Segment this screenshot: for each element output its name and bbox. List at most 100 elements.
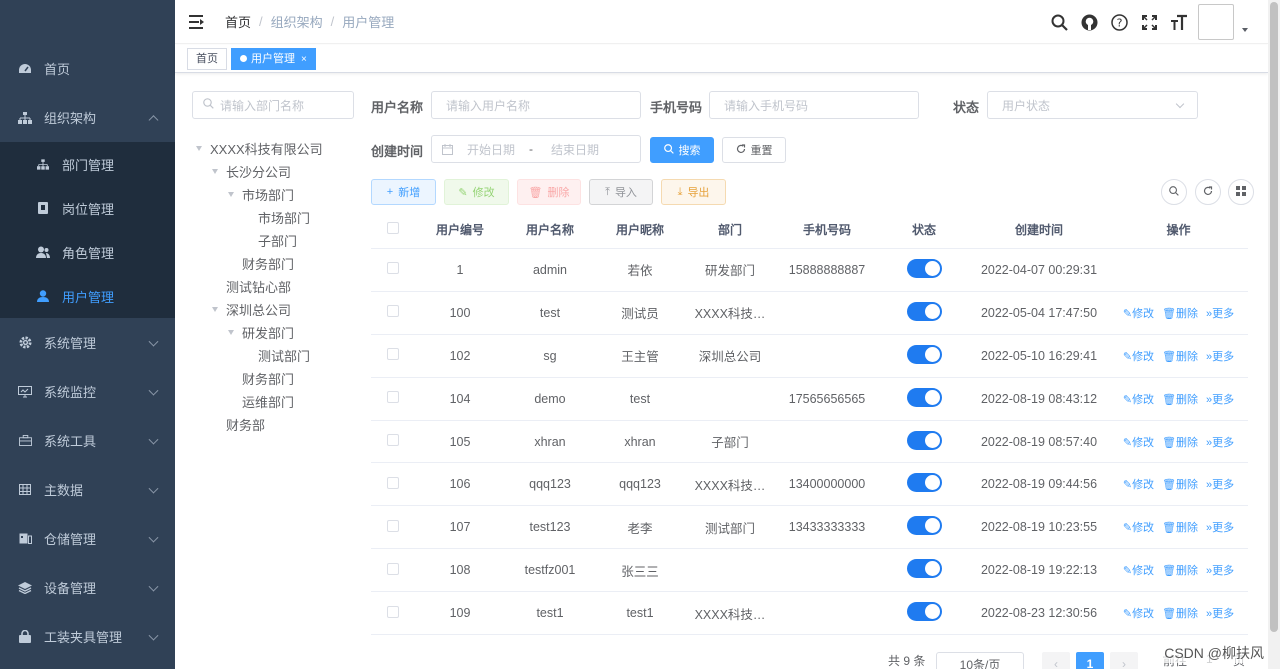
row-more-button[interactable]: »更多 (1206, 605, 1234, 621)
question-icon[interactable]: ? (1104, 7, 1134, 37)
row-checkbox[interactable] (371, 348, 415, 363)
username-input[interactable]: 请输入用户名称 (431, 91, 641, 119)
phone-input[interactable]: 请输入手机号码 (709, 91, 919, 119)
next-page-button[interactable]: › (1110, 652, 1138, 669)
row-edit-button[interactable]: ✎修改 (1123, 605, 1154, 621)
edit-button[interactable]: ✎ 修改 (444, 179, 509, 205)
status-switch[interactable] (906, 344, 942, 364)
status-switch[interactable] (906, 516, 942, 536)
tree-node[interactable]: 长沙分公司 (196, 160, 366, 183)
hamburger-icon[interactable] (189, 14, 205, 29)
sidebar-item-fixture[interactable]: 工装夹具管理 (0, 612, 175, 661)
table-row[interactable]: 108 testfz001 张三三 2022-08-19 19:22:13 ✎修改 🗑︎删… (371, 549, 1248, 593)
row-more-button[interactable]: »更多 (1206, 434, 1234, 450)
delete-button[interactable]: 🗑︎ 删除 (517, 179, 581, 205)
tree-node[interactable]: 研发部门 (196, 321, 366, 344)
row-delete-button[interactable]: 🗑︎删除 (1162, 605, 1198, 621)
caret-down-icon[interactable] (228, 330, 234, 335)
tab-user-management[interactable]: 用户管理 × (231, 47, 316, 70)
caret-down-icon[interactable] (1242, 28, 1248, 32)
row-checkbox[interactable] (371, 562, 415, 578)
select-all-checkbox[interactable] (371, 222, 415, 237)
row-edit-button[interactable]: ✎修改 (1123, 519, 1154, 535)
sidebar-item-dashboard[interactable]: 首页 (0, 44, 175, 93)
page-number[interactable]: 1 (1076, 652, 1104, 669)
tree-node[interactable]: 财务部 (196, 413, 366, 436)
row-edit-button[interactable]: ✎修改 (1123, 305, 1154, 321)
sidebar-item-org[interactable]: 组织架构 (0, 93, 175, 142)
status-select[interactable]: 用户状态 (987, 91, 1198, 119)
status-switch[interactable] (906, 602, 942, 622)
status-switch[interactable] (906, 559, 942, 579)
tree-node[interactable]: 深圳总公司 (196, 298, 366, 321)
breadcrumb-home[interactable]: 首页 (225, 12, 251, 31)
avatar[interactable] (1198, 4, 1234, 40)
status-switch[interactable] (906, 430, 942, 450)
scrollbar-thumb[interactable] (1270, 2, 1278, 632)
row-edit-button[interactable]: ✎修改 (1123, 348, 1154, 364)
caret-down-icon[interactable] (228, 192, 234, 197)
tab-home[interactable]: 首页 (187, 47, 227, 70)
row-edit-button[interactable]: ✎修改 (1123, 391, 1154, 407)
page-scrollbar[interactable] (1268, 0, 1280, 669)
row-delete-button[interactable]: 🗑︎删除 (1162, 391, 1198, 407)
table-row[interactable]: 100 test 测试员 XXXX科技… 2022-05-04 17:47:50 ✎修改 🗑… (371, 292, 1248, 335)
sidebar-item-warehouse[interactable]: 仓储管理 (0, 514, 175, 563)
sidebar-item-equipment[interactable]: 设备管理 (0, 563, 175, 612)
export-button[interactable]: ⤓ 导出 (661, 179, 726, 205)
sidebar-item-role[interactable]: 角色管理 (0, 230, 175, 274)
caret-down-icon[interactable] (212, 307, 218, 312)
row-edit-button[interactable]: ✎修改 (1123, 562, 1154, 578)
table-row[interactable]: 105 xhran xhran 子部门 2022-08-19 08:57:40 ✎修改 🗑︎… (371, 421, 1248, 464)
row-more-button[interactable]: »更多 (1206, 519, 1234, 535)
font-size-icon[interactable] (1164, 7, 1194, 37)
search-button[interactable]: 搜索 (650, 137, 714, 163)
tree-node[interactable]: 运维部门 (196, 390, 366, 413)
tree-node[interactable]: 财务部门 (196, 367, 366, 390)
table-row[interactable]: 102 sg 王主管 深圳总公司 2022-05-10 16:29:41 ✎修改 🗑︎删除 »… (371, 335, 1248, 378)
columns-button[interactable] (1228, 179, 1254, 205)
row-delete-button[interactable]: 🗑︎删除 (1162, 476, 1198, 492)
status-switch[interactable] (906, 473, 942, 493)
row-more-button[interactable]: »更多 (1206, 476, 1234, 492)
prev-page-button[interactable]: ‹ (1042, 652, 1070, 669)
tree-node[interactable]: 市场部门 (196, 183, 366, 206)
tree-node[interactable]: XXXX科技有限公司 (196, 137, 366, 160)
refresh-button[interactable] (1195, 179, 1221, 205)
row-edit-button[interactable]: ✎修改 (1123, 476, 1154, 492)
toggle-search-button[interactable] (1161, 179, 1187, 205)
page-size-select[interactable]: 10条/页 (936, 652, 1024, 669)
status-switch[interactable] (906, 387, 942, 407)
sidebar-item-monitor[interactable]: 系统监控 (0, 367, 175, 416)
tree-node[interactable]: 测试钻心部 (196, 275, 366, 298)
date-range-picker[interactable]: 开始日期 - 结束日期 (431, 135, 641, 163)
status-switch[interactable] (906, 301, 942, 321)
row-more-button[interactable]: »更多 (1206, 305, 1234, 321)
tree-node[interactable]: 测试部门 (196, 344, 366, 367)
sidebar-item-dept[interactable]: 部门管理 (0, 142, 175, 186)
row-more-button[interactable]: »更多 (1206, 348, 1234, 364)
table-row[interactable]: 104 demo test 17565656565 2022-08-19 08:43:1… (371, 378, 1248, 421)
tree-node[interactable]: 财务部门 (196, 252, 366, 275)
row-more-button[interactable]: »更多 (1206, 391, 1234, 407)
row-delete-button[interactable]: 🗑︎删除 (1162, 305, 1198, 321)
sidebar-item-system[interactable]: 系统管理 (0, 318, 175, 367)
row-delete-button[interactable]: 🗑︎删除 (1162, 434, 1198, 450)
row-checkbox[interactable] (371, 519, 415, 535)
row-delete-button[interactable]: 🗑︎删除 (1162, 348, 1198, 364)
status-switch[interactable] (906, 258, 942, 278)
row-checkbox[interactable] (371, 605, 415, 621)
table-row[interactable]: 107 test123 老李 测试部门 13433333333 2022-08-19 10… (371, 506, 1248, 550)
row-delete-button[interactable]: 🗑︎删除 (1162, 562, 1198, 578)
tree-node[interactable]: 市场部门 (196, 206, 366, 229)
sidebar-item-user[interactable]: 用户管理 (0, 274, 175, 318)
dept-search-input[interactable]: 请输入部门名称 (192, 91, 354, 119)
caret-down-icon[interactable] (196, 146, 202, 151)
import-button[interactable]: ⤒ 导入 (589, 179, 653, 205)
row-checkbox[interactable] (371, 391, 415, 406)
row-checkbox[interactable] (371, 305, 415, 320)
table-row[interactable]: 106 qqq123 qqq123 XXXX科技… 13400000000 2022-08… (371, 463, 1248, 507)
row-checkbox[interactable] (371, 262, 415, 277)
reset-button[interactable]: 重置 (722, 137, 786, 163)
sidebar-item-masterdata[interactable]: 主数据 (0, 465, 175, 514)
